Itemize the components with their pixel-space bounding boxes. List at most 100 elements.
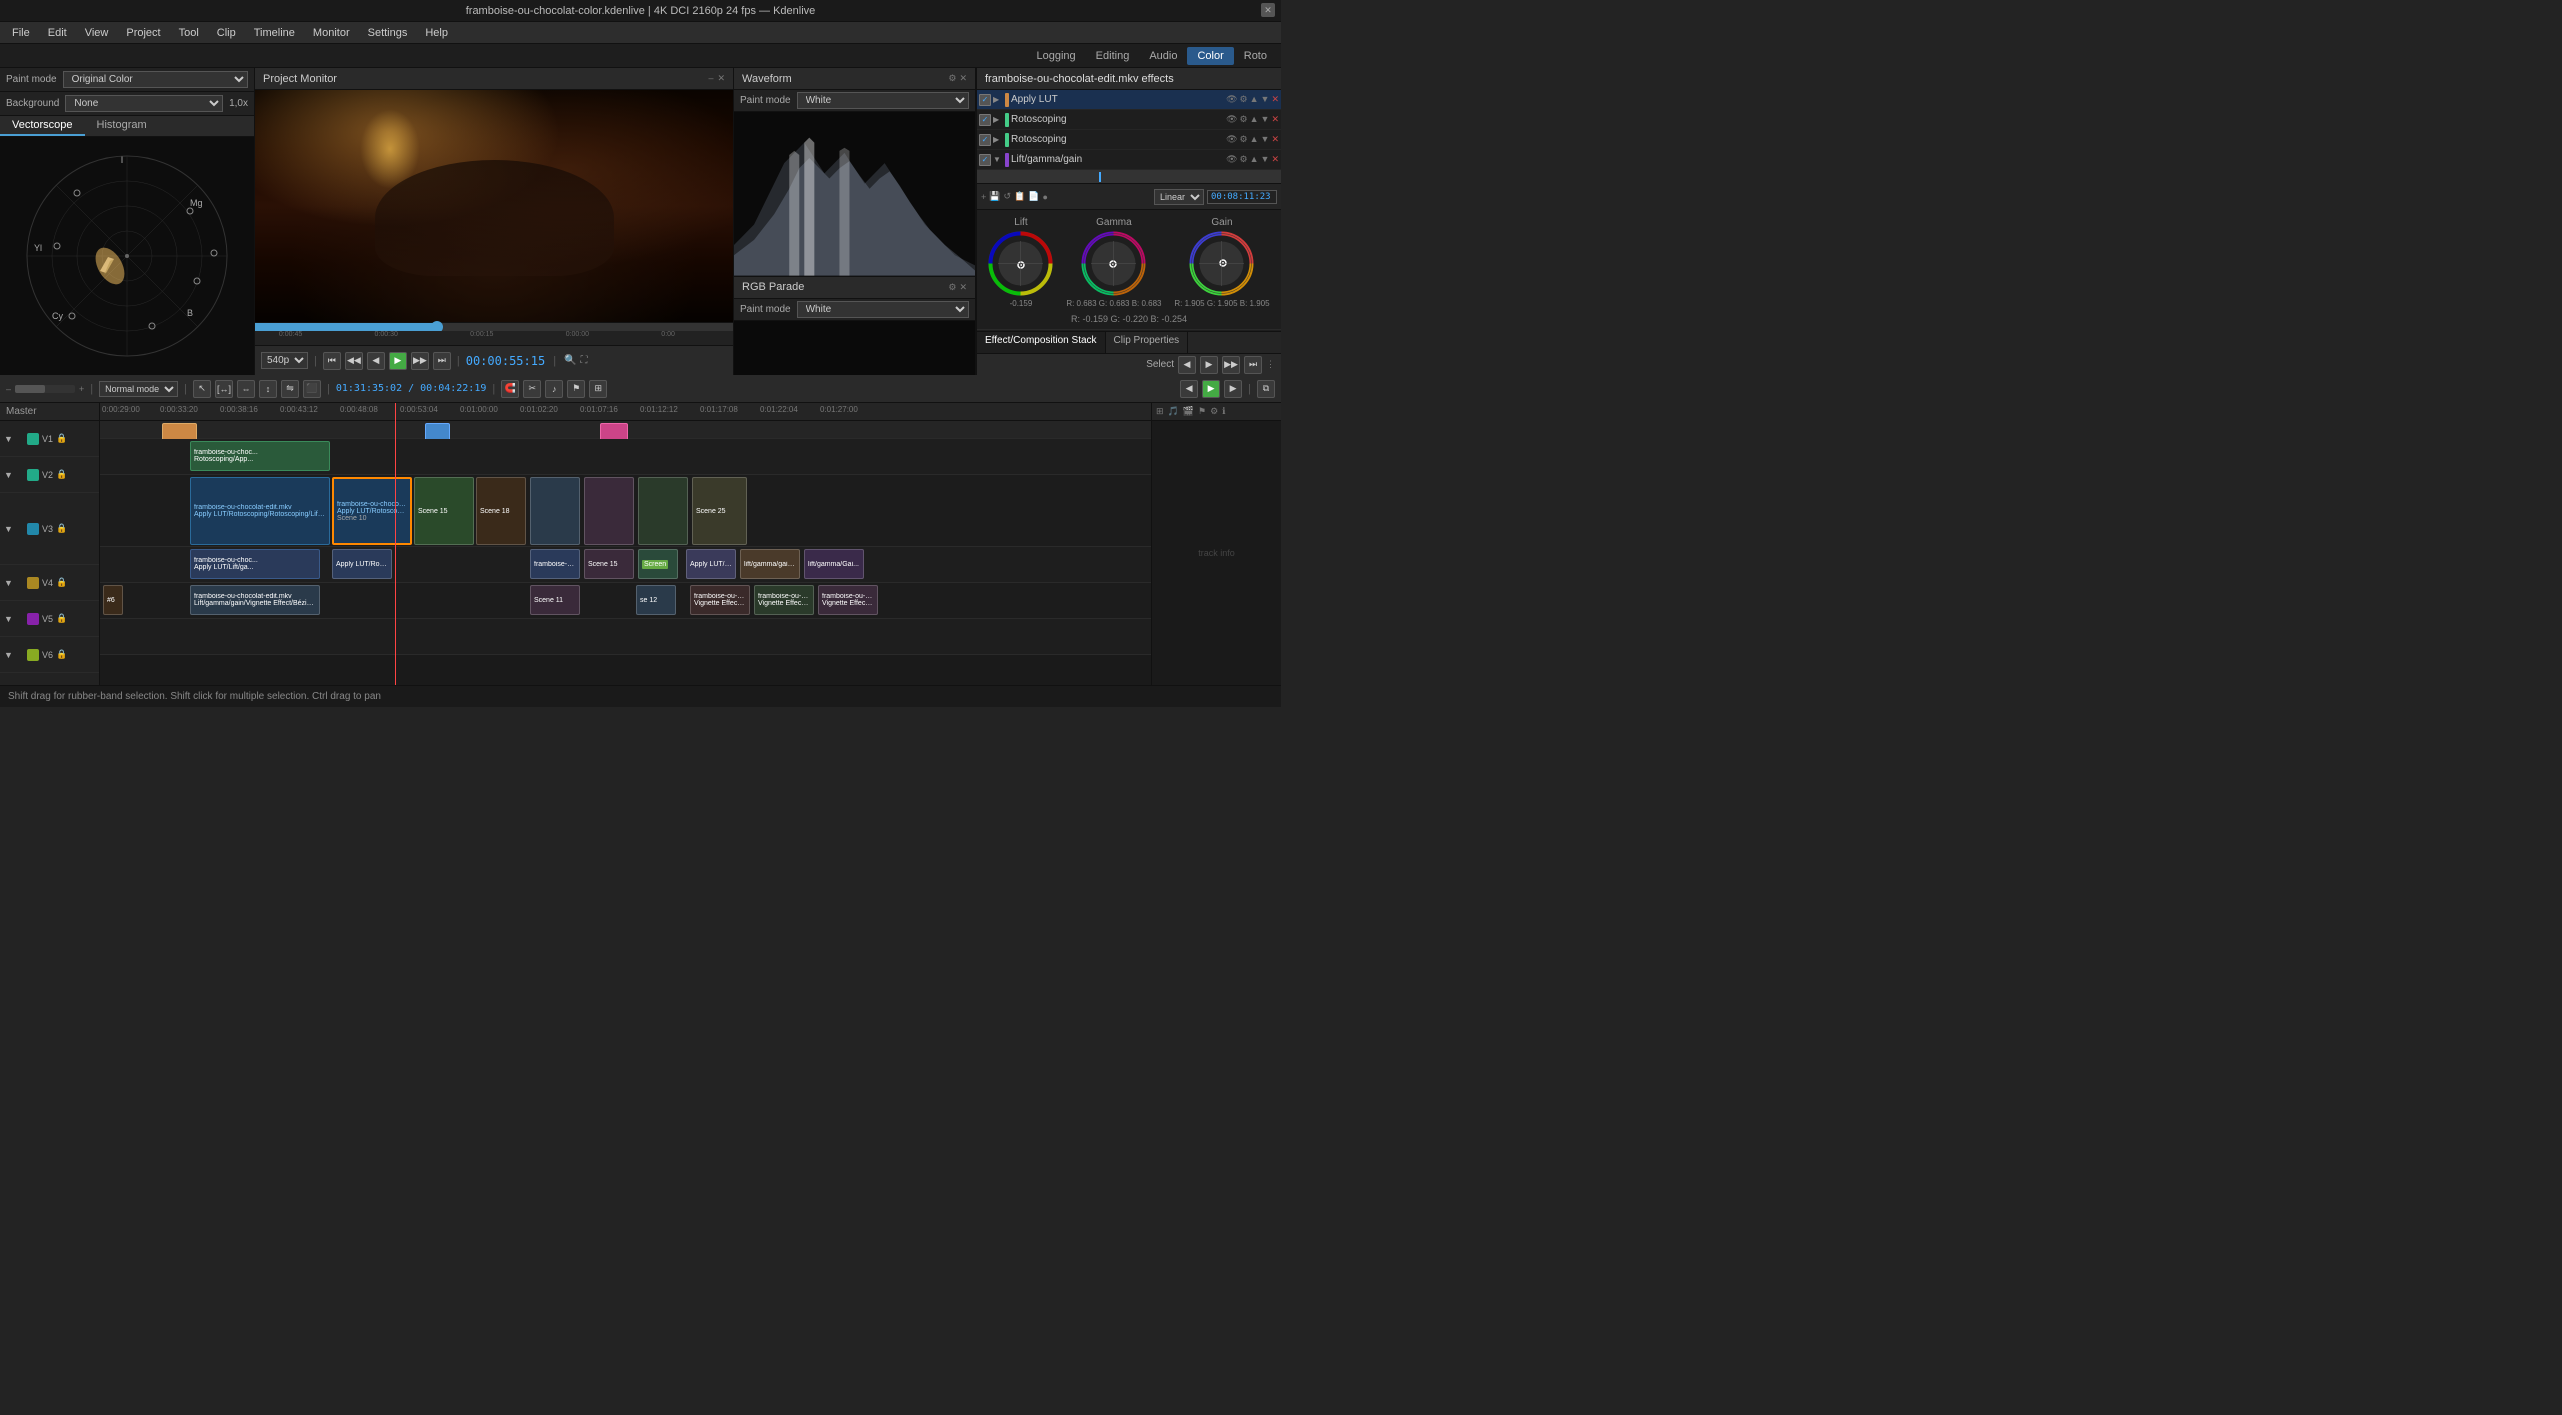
audio-mix[interactable]: ♪ [545, 380, 563, 398]
nav-end[interactable]: ⏭ [1244, 356, 1262, 374]
effect-lut-expand[interactable]: ▶ [993, 95, 1003, 104]
track-v4-expand[interactable]: ▼ [4, 578, 24, 588]
effect-roto1-expand[interactable]: ▶ [993, 115, 1003, 124]
clip-v3-1[interactable]: framboise-ou-chocolat-edit.mkvApply LUT/… [190, 477, 330, 545]
tab-vectorscope[interactable]: Vectorscope [0, 116, 85, 136]
razor-tool[interactable]: ✂ [523, 380, 541, 398]
effect-rotoscoping-1[interactable]: ✓ ▶ Rotoscoping 👁 ⚙ ▲ ▼ ✕ [977, 110, 1281, 130]
track-v6-expand[interactable]: ▼ [4, 650, 24, 660]
menu-project[interactable]: Project [118, 25, 168, 41]
menu-monitor[interactable]: Monitor [305, 25, 358, 41]
clip-v5-5[interactable]: framboise-ou-ch...Vignette Effect/A... [754, 585, 814, 615]
effect-lgg-down[interactable]: ▼ [1261, 154, 1270, 165]
tool-ripple[interactable]: ⇔ [237, 380, 255, 398]
track-v2-lock[interactable]: 🔒 [56, 469, 67, 480]
edit-mode-select[interactable]: Normal mode [99, 381, 178, 397]
track-v1-lock[interactable]: 🔒 [56, 433, 67, 444]
nav-more[interactable]: ⋮ [1266, 359, 1275, 370]
effect-roto2-expand[interactable]: ▶ [993, 135, 1003, 144]
snap-toggle[interactable]: 🧲 [501, 380, 519, 398]
clip-v5-1[interactable]: framboise-ou-chocolat-edit.mkvLift/gamma… [190, 585, 320, 615]
track-v2-expand[interactable]: ▼ [4, 470, 24, 480]
effect-lut-delete[interactable]: ✕ [1271, 94, 1279, 105]
timeline-zoom-in[interactable]: + [79, 384, 84, 394]
effect-roto1-visibility[interactable]: 👁 [1226, 114, 1237, 125]
keyframe-timeline[interactable] [977, 170, 1281, 184]
effect-roto1-delete[interactable]: ✕ [1271, 114, 1279, 125]
fullscreen-icon[interactable]: ⛶ [581, 355, 588, 366]
track-v6-lock[interactable]: 🔒 [56, 649, 67, 660]
tr-marker-icon[interactable]: ⚑ [1198, 406, 1206, 417]
rgb-settings-icon[interactable]: ⚙ [948, 282, 956, 293]
effect-lgg-settings[interactable]: ⚙ [1240, 154, 1248, 165]
menu-settings[interactable]: Settings [360, 25, 416, 41]
tool-slip[interactable]: ⇋ [281, 380, 299, 398]
monitor-close-icon[interactable]: ✕ [717, 73, 725, 84]
clip-v5-marker[interactable]: #6 [103, 585, 123, 615]
gain-wheel[interactable] [1189, 231, 1254, 296]
waveform-paint-select[interactable]: White [797, 92, 969, 109]
effect-roto2-visibility[interactable]: 👁 [1226, 134, 1237, 145]
clip-v4-1[interactable]: framboise-ou-choc...Apply LUT/Lift/ga... [190, 549, 320, 579]
tr-info-icon[interactable]: ℹ [1222, 406, 1225, 417]
effect-lgg-delete[interactable]: ✕ [1271, 154, 1279, 165]
effect-roto1-down[interactable]: ▼ [1261, 114, 1270, 125]
effect-apply-lut[interactable]: ✓ ▶ Apply LUT 👁 ⚙ ▲ ▼ ✕ [977, 90, 1281, 110]
tl-back[interactable]: ◀ [1180, 380, 1198, 398]
menu-clip[interactable]: Clip [209, 25, 244, 41]
clip-v3-3[interactable]: Scene 15 [414, 477, 474, 545]
menu-timeline[interactable]: Timeline [246, 25, 303, 41]
resolution-select[interactable]: 540p [261, 352, 308, 369]
effect-lut-checkbox[interactable]: ✓ [979, 94, 991, 106]
marker-tool[interactable]: ⚑ [567, 380, 585, 398]
nav-prev[interactable]: ◀ [1178, 356, 1196, 374]
monitor-minimize-icon[interactable]: – [708, 73, 713, 84]
tl-split[interactable]: ⧉ [1257, 380, 1275, 398]
track-v3-lock[interactable]: 🔒 [56, 523, 67, 534]
clip-v4-5[interactable]: Screen [638, 549, 678, 579]
nav-play[interactable]: ▶ [1200, 356, 1218, 374]
clip-v4-6[interactable]: Apply LUT/Lif... [686, 549, 736, 579]
interpolation-select[interactable]: Linear [1154, 189, 1204, 205]
effect-roto1-checkbox[interactable]: ✓ [979, 114, 991, 126]
tab-audio[interactable]: Audio [1139, 47, 1187, 65]
effects-enable-icon[interactable]: ● [1042, 192, 1047, 202]
transport-forward[interactable]: ▶▶ [411, 352, 429, 370]
clip-v4-4[interactable]: Scene 15 [584, 549, 634, 579]
clip-v4-8[interactable]: lift/gamma/Gai... [804, 549, 864, 579]
effect-roto1-up[interactable]: ▲ [1250, 114, 1259, 125]
menu-help[interactable]: Help [417, 25, 456, 41]
transport-prev-frame[interactable]: ◀◀ [345, 352, 363, 370]
clip-v3-7[interactable] [638, 477, 688, 545]
effects-copy-icon[interactable]: 📋 [1014, 191, 1025, 202]
timeline-zoom-out[interactable]: – [6, 384, 11, 394]
effects-add-icon[interactable]: + [981, 192, 986, 202]
clip-v3-4[interactable]: Scene 18 [476, 477, 526, 545]
effect-timecode-input[interactable] [1207, 190, 1277, 204]
effect-lut-down[interactable]: ▼ [1261, 94, 1270, 105]
effect-lut-up[interactable]: ▲ [1250, 94, 1259, 105]
ep-tab-stack[interactable]: Effect/Composition Stack [977, 332, 1106, 353]
tab-roto[interactable]: Roto [1234, 47, 1277, 65]
effect-roto1-settings[interactable]: ⚙ [1240, 114, 1248, 125]
waveform-close-icon[interactable]: ✕ [959, 73, 967, 84]
monitor-seekbar[interactable] [255, 323, 733, 331]
transport-rewind[interactable]: ◀ [367, 352, 385, 370]
tab-color[interactable]: Color [1187, 47, 1233, 65]
menu-tool[interactable]: Tool [171, 25, 207, 41]
tool-spacer[interactable]: ⬛ [303, 380, 321, 398]
lift-wheel[interactable] [988, 231, 1053, 296]
tab-editing[interactable]: Editing [1086, 47, 1140, 65]
effect-roto2-down[interactable]: ▼ [1261, 134, 1270, 145]
tab-logging[interactable]: Logging [1027, 47, 1086, 65]
track-v5-expand[interactable]: ▼ [4, 614, 24, 624]
clip-v4-3[interactable]: framboise-ou-choc... [530, 549, 580, 579]
timeline-zoom-slider[interactable] [15, 385, 75, 393]
tr-track-icon[interactable]: ⊞ [1156, 406, 1164, 417]
effect-lut-settings[interactable]: ⚙ [1240, 94, 1248, 105]
rgb-paint-select[interactable]: White [797, 301, 969, 318]
menu-view[interactable]: View [77, 25, 117, 41]
track-v5-lock[interactable]: 🔒 [56, 613, 67, 624]
gamma-wheel[interactable] [1081, 231, 1146, 296]
effects-save-icon[interactable]: 💾 [989, 191, 1000, 202]
